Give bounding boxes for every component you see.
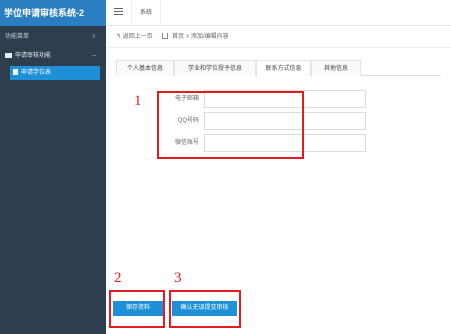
tab-contact-info[interactable]: 联系方式信息 bbox=[256, 60, 311, 77]
form-tabs: 个人基本信息 学业和学位授予信息 联系方式信息 其他信息 bbox=[116, 60, 441, 77]
chevron-down-icon: ∨ bbox=[91, 34, 96, 40]
document-icon bbox=[13, 69, 18, 75]
tab-personal-info[interactable]: 个人基本信息 bbox=[116, 60, 174, 76]
annotation-number-3: 3 bbox=[174, 270, 182, 286]
tab-academic-info[interactable]: 学业和学位授予信息 bbox=[174, 60, 256, 76]
sidebar-item-label: 申请学位表 bbox=[21, 70, 52, 76]
home-icon[interactable] bbox=[162, 33, 169, 39]
sidebar: 学位申请审核系统-2 功能菜单 ∨ 申请审核功能 – 申请学位表 bbox=[0, 0, 106, 334]
app-title: 学位申请审核系统-2 bbox=[0, 0, 106, 26]
back-arrow-icon[interactable]: ↰ bbox=[116, 34, 121, 40]
breadcrumb-path: 首页 > 添加/编辑内容 bbox=[172, 34, 229, 40]
sidebar-group-menu[interactable]: 功能菜单 ∨ bbox=[0, 26, 106, 48]
back-link[interactable]: 返回上一页 bbox=[123, 34, 153, 40]
menu-toggle-icon[interactable] bbox=[114, 8, 123, 16]
sidebar-submenu-label: 申请审核功能 bbox=[15, 53, 52, 59]
tab-system[interactable]: 系统 bbox=[131, 0, 162, 26]
folder-icon bbox=[5, 53, 12, 58]
annotation-box-2 bbox=[109, 290, 165, 328]
sidebar-group-label: 功能菜单 bbox=[5, 34, 30, 40]
top-bar: 系统 bbox=[106, 0, 451, 26]
annotation-number-2: 2 bbox=[114, 270, 122, 286]
collapse-icon: – bbox=[92, 53, 96, 59]
sidebar-item-degree-application[interactable]: 申请学位表 bbox=[10, 66, 100, 80]
breadcrumb: ↰ 返回上一页 首页 > 添加/编辑内容 bbox=[106, 26, 451, 48]
sidebar-submenu-review[interactable]: 申请审核功能 – bbox=[0, 48, 106, 64]
annotation-box-3 bbox=[169, 290, 241, 328]
tab-other-info[interactable]: 其他信息 bbox=[311, 60, 361, 76]
annotation-number-1: 1 bbox=[134, 93, 142, 109]
annotation-box-1 bbox=[157, 91, 304, 159]
